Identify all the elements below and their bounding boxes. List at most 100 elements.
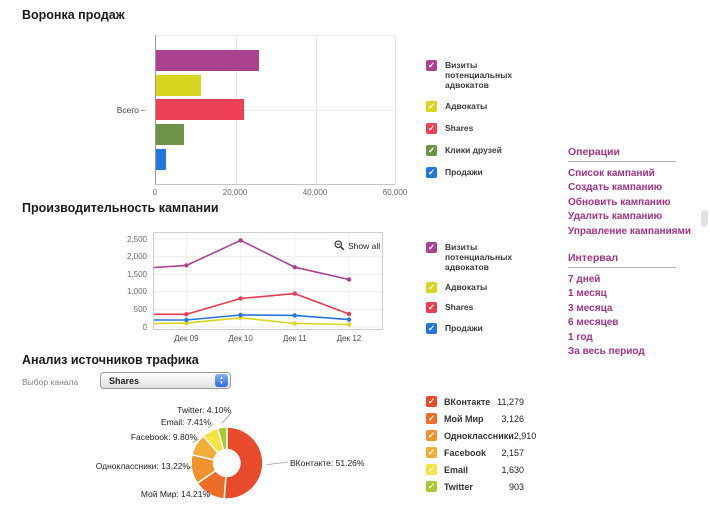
perf-line-1 bbox=[153, 239, 350, 281]
channel-select-label: Выбор канала bbox=[22, 377, 79, 387]
perf-point bbox=[238, 312, 243, 318]
funnel-legend-item-4: Клики друзей bbox=[426, 145, 545, 157]
operations-link-4[interactable]: Удалить кампанию bbox=[568, 210, 676, 224]
traffic-legend-value: 903 bbox=[508, 481, 524, 492]
funnel-chart bbox=[155, 35, 396, 185]
funnel-legend-label-1: Визиты потенциальных адвокатов bbox=[445, 60, 513, 91]
traffic-legend-checkbox-5[interactable] bbox=[426, 464, 437, 475]
funnel-x-axis: 0 20,000 40,000 60,000 bbox=[152, 188, 407, 200]
perf-point bbox=[346, 311, 352, 317]
funnel-legend-checkbox-5[interactable] bbox=[426, 167, 437, 179]
traffic-legend-row-5: Email 1,630 bbox=[426, 464, 524, 475]
funnel-gridline bbox=[316, 35, 317, 184]
perf-y-tick: 2,500 bbox=[126, 234, 147, 244]
perf-point bbox=[292, 265, 297, 270]
funnel-bar-3 bbox=[156, 99, 244, 121]
funnel-x-tick: 0 bbox=[152, 188, 158, 197]
show-all-button[interactable]: Show all bbox=[332, 239, 383, 252]
perf-legend-item-4: Продажи bbox=[426, 322, 545, 334]
operations-links: Список кампаний Создать кампанию Обновить … bbox=[568, 167, 691, 239]
perf-point bbox=[184, 312, 189, 317]
perf-legend-checkbox-4[interactable] bbox=[426, 322, 437, 334]
perf-point bbox=[184, 263, 189, 268]
funnel-legend-item-5: Продажи bbox=[426, 167, 545, 179]
perf-legend-item-2: Адвокаты bbox=[426, 281, 545, 293]
pie-slice-1 bbox=[223, 426, 264, 500]
pie-label-5: Email: 7.41% bbox=[160, 417, 211, 427]
interval-link-5[interactable]: 1 год bbox=[568, 331, 676, 345]
perf-point bbox=[238, 296, 243, 301]
funnel-legend-label-5: Продажи bbox=[445, 167, 483, 178]
perf-point bbox=[292, 291, 297, 296]
traffic-legend-table: ВКонтакте 11,279 Мой Мир 3,126 Одноклассники… bbox=[426, 396, 536, 498]
traffic-legend-label: ВКонтакте bbox=[444, 396, 491, 407]
traffic-legend-checkbox-4[interactable] bbox=[426, 447, 437, 458]
traffic-legend-checkbox-6[interactable] bbox=[426, 481, 437, 492]
scrollbar-thumb[interactable] bbox=[701, 210, 708, 227]
funnel-x-tick: 60,000 bbox=[382, 188, 408, 197]
perf-line-2 bbox=[153, 316, 350, 326]
perf-x-label: Дек 12 bbox=[336, 334, 362, 343]
perf-x-label: Дек 10 bbox=[228, 334, 253, 343]
perf-legend-item-3: Shares bbox=[426, 302, 545, 314]
funnel-legend-label-3: Shares bbox=[445, 123, 474, 134]
perf-y-tick: 0 bbox=[142, 322, 147, 332]
interval-section: Интервал 7 дней 1 месяц 3 месяца 6 месяцев 1… bbox=[568, 252, 676, 359]
traffic-legend-row-4: Facebook 2,157 bbox=[426, 447, 524, 458]
traffic-legend-row-2: Мой Мир 3,126 bbox=[426, 413, 524, 424]
perf-y-tick: 1,000 bbox=[126, 287, 147, 297]
perf-legend-checkbox-3[interactable] bbox=[426, 302, 437, 314]
traffic-legend-label: Twitter bbox=[444, 481, 473, 492]
perf-x-label: Дек 09 bbox=[174, 334, 199, 343]
interval-link-1[interactable]: 7 дней bbox=[568, 273, 676, 287]
show-all-label: Show all bbox=[348, 240, 381, 251]
operations-section: Операции Список кампаний Создать кампанию… bbox=[568, 146, 691, 239]
traffic-legend-row-1: ВКонтакте 11,279 bbox=[426, 396, 524, 407]
interval-link-3[interactable]: 3 месяца bbox=[568, 302, 676, 316]
perf-point bbox=[292, 321, 297, 326]
interval-links: 7 дней 1 месяц 3 месяца 6 месяцев 1 год За ве… bbox=[568, 273, 676, 359]
pie-label-3: Одноклассники: 13.22% bbox=[95, 461, 190, 471]
traffic-legend-checkbox-2[interactable] bbox=[426, 413, 437, 424]
operations-link-2[interactable]: Создать кампанию bbox=[568, 181, 676, 195]
pie-label-4: Facebook: 9.80% bbox=[130, 432, 197, 442]
perf-legend-checkbox-2[interactable] bbox=[426, 281, 437, 293]
pie-label-1: ВКонтакте: 51.26% bbox=[290, 458, 365, 468]
traffic-legend-value: 2,157 bbox=[501, 447, 524, 458]
funnel-legend-checkbox-4[interactable] bbox=[426, 145, 437, 157]
funnel-x-tick: 20,000 bbox=[222, 188, 248, 197]
operations-link-5[interactable]: Управление кампаниями bbox=[568, 225, 691, 239]
funnel-legend-checkbox-1[interactable] bbox=[426, 60, 437, 71]
funnel-gridline bbox=[395, 35, 396, 184]
funnel-bar-1 bbox=[156, 50, 259, 71]
traffic-legend-checkbox-3[interactable] bbox=[426, 430, 437, 441]
channel-select[interactable]: Shares ▲ ▼ bbox=[100, 372, 231, 389]
traffic-legend-checkbox-1[interactable] bbox=[426, 396, 437, 407]
traffic-legend-value: 1,630 bbox=[501, 464, 524, 475]
traffic-legend-row-6: Twitter 903 bbox=[426, 481, 524, 492]
perf-line-3 bbox=[154, 292, 350, 316]
perf-legend-item-1: Визиты потенциальных адвокатов bbox=[426, 242, 545, 272]
operations-link-1[interactable]: Список кампаний bbox=[568, 167, 676, 181]
funnel-legend-checkbox-2[interactable] bbox=[426, 101, 437, 113]
traffic-legend-value: 2,910 bbox=[513, 430, 537, 441]
funnel-x-tick: 40,000 bbox=[302, 188, 328, 197]
performance-legend: Визиты потенциальных адвокатов Адвокаты Sh… bbox=[426, 242, 545, 343]
operations-link-3[interactable]: Обновить кампанию bbox=[568, 196, 676, 210]
perf-point bbox=[292, 313, 297, 318]
perf-legend-label-3: Shares bbox=[445, 302, 474, 313]
traffic-legend-value: 3,126 bbox=[501, 413, 524, 424]
perf-legend-checkbox-1[interactable] bbox=[426, 242, 437, 253]
traffic-legend-label: Мой Мир bbox=[444, 413, 484, 424]
perf-point bbox=[238, 238, 243, 243]
interval-link-2[interactable]: 1 месяц bbox=[568, 287, 676, 301]
funnel-legend-checkbox-3[interactable] bbox=[426, 123, 437, 135]
interval-link-4[interactable]: 6 месяцев bbox=[568, 316, 676, 330]
zoom-out-icon bbox=[334, 240, 345, 251]
operations-header: Операции bbox=[568, 146, 676, 162]
funnel-row-label: Всего bbox=[93, 105, 145, 115]
funnel-gridline bbox=[156, 35, 395, 36]
funnel-legend-item-3: Shares bbox=[426, 123, 545, 135]
select-stepper-icon: ▲ ▼ bbox=[215, 374, 228, 387]
interval-link-6[interactable]: За весь период bbox=[568, 345, 676, 359]
